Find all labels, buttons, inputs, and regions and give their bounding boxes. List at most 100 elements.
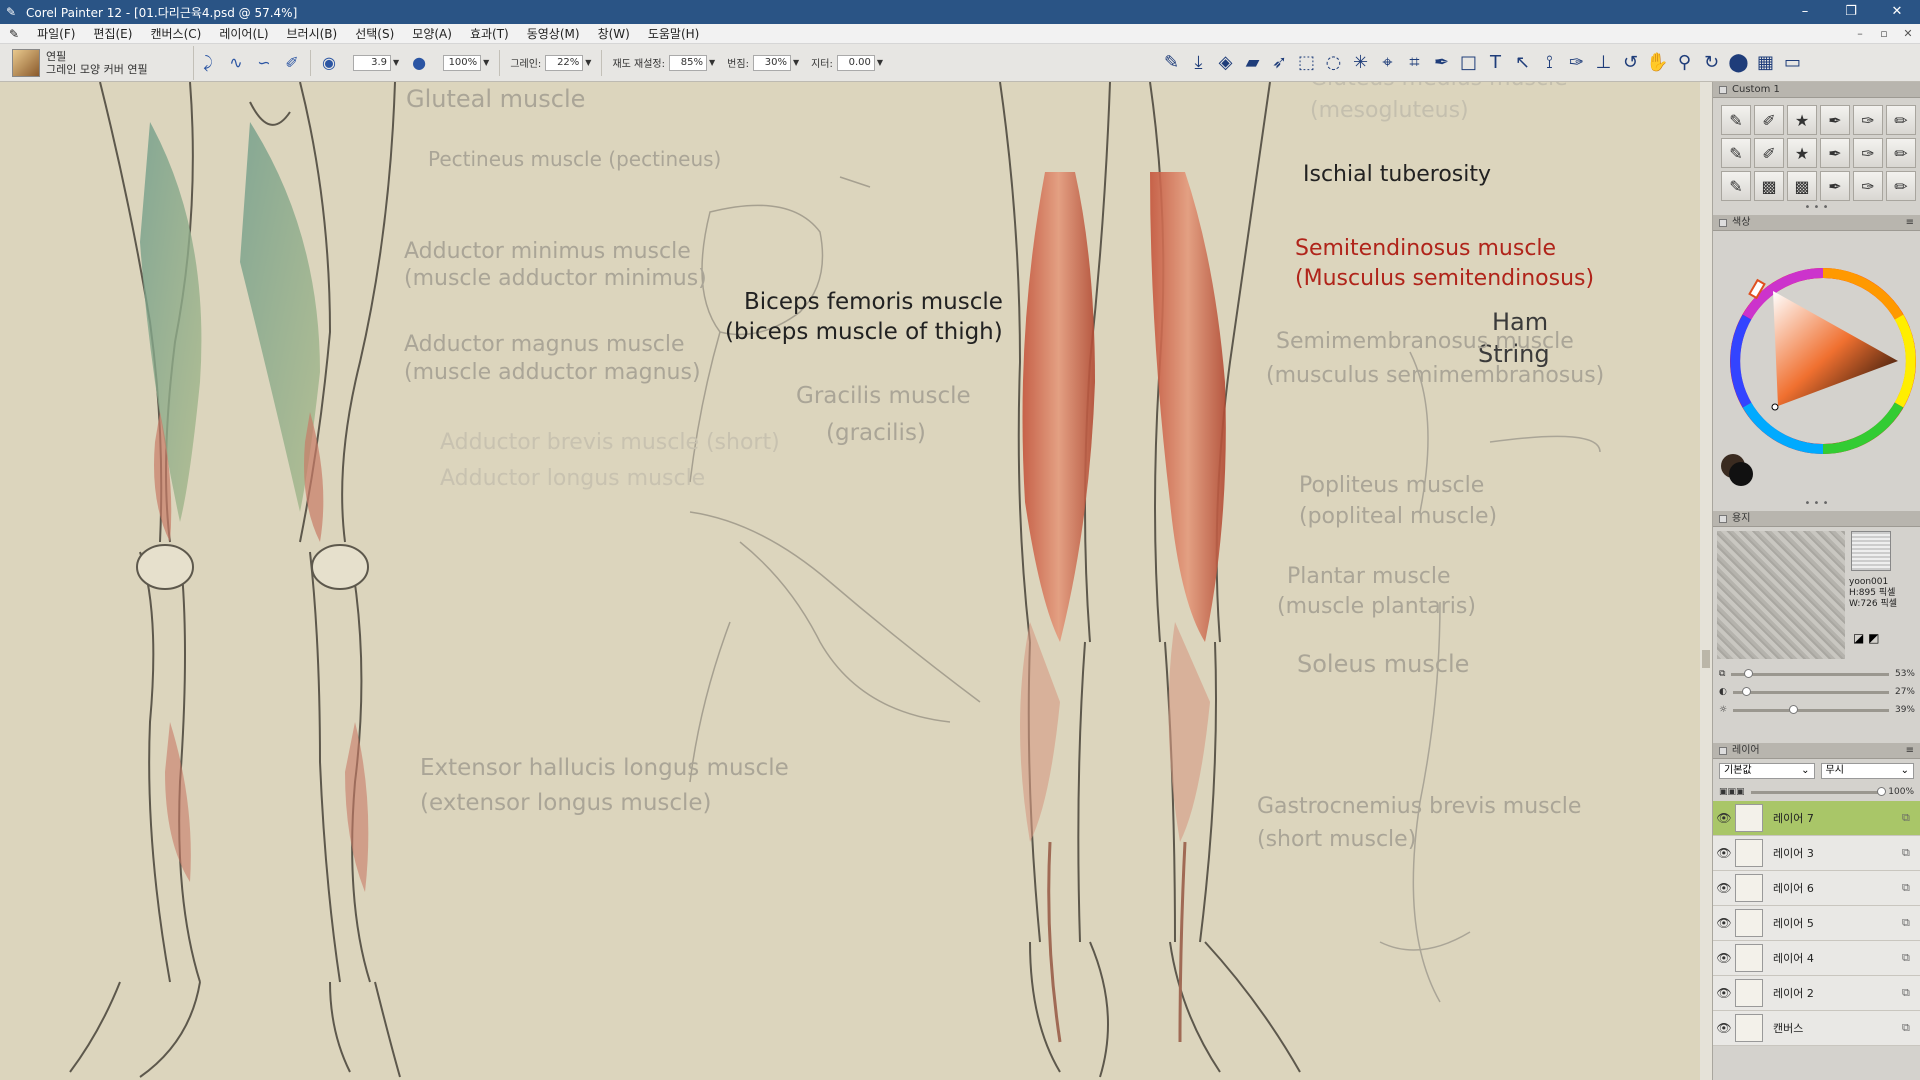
resaturation-field[interactable]: 재도 재설정: 85% ▼ (612, 54, 715, 71)
menu-movie[interactable]: 동영상(M) (518, 24, 589, 44)
color-wheel[interactable] (1713, 231, 1920, 501)
menu-help[interactable]: 도움말(H) (639, 24, 709, 44)
visibility-eye-icon[interactable]: 👁 (1713, 951, 1735, 965)
layers-panel-header[interactable]: 레이어 ≡ (1713, 743, 1920, 759)
shape-select-icon[interactable]: ↖ (1509, 49, 1536, 76)
pen-icon[interactable]: ✒ (1428, 49, 1455, 76)
canvas-scrollbar[interactable] (1700, 82, 1712, 1080)
paper-swatch-icon[interactable]: ▦ (1752, 49, 1779, 76)
brush-preset-icon[interactable]: ✎ (1721, 105, 1751, 135)
menu-shapes[interactable]: 모양(A) (403, 24, 461, 44)
stroke-attributes-icon[interactable]: ✐ (281, 52, 303, 74)
layer-row[interactable]: 👁 레이어 7 ⧉ (1713, 801, 1920, 836)
visibility-eye-icon[interactable]: 👁 (1713, 881, 1735, 895)
layer-lock-icon[interactable]: ⧉ (1902, 881, 1920, 895)
paint-bucket-icon[interactable]: ◈ (1212, 49, 1239, 76)
stroke-straight-icon[interactable]: ∽ (253, 52, 275, 74)
menu-layers[interactable]: 레이어(L) (210, 24, 277, 44)
drawing-canvas[interactable]: Ham String Gluteal muscle Pectineus musc… (0, 82, 1712, 1080)
composite-depth-select[interactable]: 무시 ⌄ (1820, 763, 1914, 779)
layer-row[interactable]: 👁 레이어 3 ⧉ (1713, 836, 1920, 871)
visibility-eye-icon[interactable]: 👁 (1713, 811, 1735, 825)
brush-preset-icon[interactable]: ✑ (1853, 105, 1883, 135)
brush-preset-icon[interactable]: ★ (1787, 105, 1817, 135)
restore-button[interactable]: ❐ (1828, 0, 1874, 24)
layer-row[interactable]: 👁 레이어 6 ⧉ (1713, 871, 1920, 906)
paper-options-icon[interactable]: ◩ (1868, 631, 1879, 645)
layer-lock-icon[interactable]: ⧉ (1902, 811, 1920, 825)
menu-edit[interactable]: 편집(E) (84, 24, 141, 44)
dodge-icon[interactable]: ⊥ (1590, 49, 1617, 76)
visibility-eye-icon[interactable]: 👁 (1713, 986, 1735, 1000)
rotate-page-icon[interactable]: ↻ (1698, 49, 1725, 76)
doc-restore-button[interactable]: ▫ (1872, 27, 1896, 40)
layer-adjuster-icon[interactable]: ➶ (1266, 49, 1293, 76)
brush-preset-icon[interactable]: ✒ (1820, 138, 1850, 168)
brush-preset-icon[interactable]: ✒ (1820, 105, 1850, 135)
brush-preset-icon[interactable]: ✒ (1820, 171, 1850, 201)
layer-row[interactable]: 👁 레이어 2 ⧉ (1713, 976, 1920, 1011)
brush-preset-icon[interactable]: ★ (1787, 138, 1817, 168)
paper-texture-preview[interactable] (1717, 531, 1845, 659)
stroke-freehand-icon[interactable]: ∿ (225, 52, 247, 74)
layer-opacity-knob[interactable] (1876, 786, 1886, 796)
menu-select[interactable]: 선택(S) (346, 24, 403, 44)
brush-preset-icon[interactable]: ✑ (1853, 171, 1883, 201)
panel-menu-icon[interactable]: ≡ (1906, 215, 1914, 231)
brush-preset-icon[interactable]: ▩ (1787, 171, 1817, 201)
menu-brushes[interactable]: 브러시(B) (278, 24, 347, 44)
invert-paper-icon[interactable]: ◪ (1853, 631, 1864, 645)
brush-preset-icon[interactable]: ✏ (1886, 105, 1916, 135)
doc-close-button[interactable]: ✕ (1896, 27, 1920, 40)
brush-selector[interactable]: 연필 그레인 모양 커버 연필 (0, 45, 194, 80)
color-swatch-icon[interactable]: ⬤ (1725, 49, 1752, 76)
layer-row[interactable]: 👁 캔버스 ⧉ (1713, 1011, 1920, 1046)
menu-canvas[interactable]: 캔버스(C) (141, 24, 210, 44)
mirror-icon[interactable]: ↺ (1617, 49, 1644, 76)
paper-contrast-knob[interactable] (1742, 686, 1752, 696)
opacity-field[interactable]: 100% ▼ (439, 54, 489, 71)
paper-brightness-knob[interactable] (1789, 704, 1799, 714)
brush-preset-icon[interactable]: ✎ (1721, 171, 1751, 201)
brush-tool-icon[interactable]: ✎ (1158, 49, 1185, 76)
size-field[interactable]: 3.9 ▼ (349, 54, 399, 71)
layer-lock-icons[interactable]: ▣▣▣ (1719, 787, 1745, 797)
shape-icon[interactable]: □ (1455, 49, 1482, 76)
paper-scale-knob[interactable] (1744, 668, 1754, 678)
panel-grip-icon[interactable]: • • • (1713, 203, 1920, 215)
crop-icon[interactable]: ⌗ (1401, 49, 1428, 76)
brush-preset-icon[interactable]: ✑ (1853, 138, 1883, 168)
jitter-field[interactable]: 지터: 0.00 ▼ (811, 54, 883, 71)
screen-mode-icon[interactable]: ▭ (1779, 49, 1806, 76)
doc-minimize-button[interactable]: – (1848, 27, 1872, 40)
magnifier-icon[interactable]: ⚲ (1671, 49, 1698, 76)
layer-opacity-slider[interactable]: ▣▣▣ 100% (1713, 783, 1920, 801)
brush-preset-icon[interactable]: ✐ (1754, 138, 1784, 168)
panel-menu-icon[interactable]: ≡ (1906, 743, 1914, 759)
visibility-eye-icon[interactable]: 👁 (1713, 916, 1735, 930)
brush-library-panel-header[interactable]: Custom 1 (1713, 82, 1920, 98)
composite-method-select[interactable]: 기본값 ⌄ (1719, 763, 1815, 779)
layer-lock-icon[interactable]: ⧉ (1902, 951, 1920, 965)
layer-lock-icon[interactable]: ⧉ (1902, 916, 1920, 930)
reset-tool-icon[interactable]: ⤸ (197, 52, 219, 74)
brush-preset-icon[interactable]: ✎ (1721, 138, 1751, 168)
minimize-button[interactable]: – (1782, 0, 1828, 24)
grabber-icon[interactable]: ✋ (1644, 49, 1671, 76)
paper-scale-slider[interactable]: ⧉ 53% (1713, 665, 1920, 683)
dropper-icon[interactable]: ⤓ (1185, 49, 1212, 76)
brush-preset-icon[interactable]: ✐ (1754, 105, 1784, 135)
layer-lock-icon[interactable]: ⧉ (1902, 986, 1920, 1000)
menu-effects[interactable]: 효과(T) (461, 24, 518, 44)
eraser-icon[interactable]: ▰ (1239, 49, 1266, 76)
brush-preset-icon[interactable]: ✏ (1886, 138, 1916, 168)
panel-grip-icon[interactable]: • • • (1713, 499, 1920, 511)
layer-lock-icon[interactable]: ⧉ (1902, 1021, 1920, 1035)
visibility-eye-icon[interactable]: 👁 (1713, 846, 1735, 860)
paper-brightness-slider[interactable]: ☼ 39% (1713, 701, 1920, 719)
menu-file[interactable]: 파일(F) (28, 24, 84, 44)
cloner-icon[interactable]: ✑ (1563, 49, 1590, 76)
rect-select-icon[interactable]: ⬚ (1293, 49, 1320, 76)
color-panel-header[interactable]: 색상 ≡ (1713, 215, 1920, 231)
paper-panel-header[interactable]: 용지 (1713, 511, 1920, 527)
